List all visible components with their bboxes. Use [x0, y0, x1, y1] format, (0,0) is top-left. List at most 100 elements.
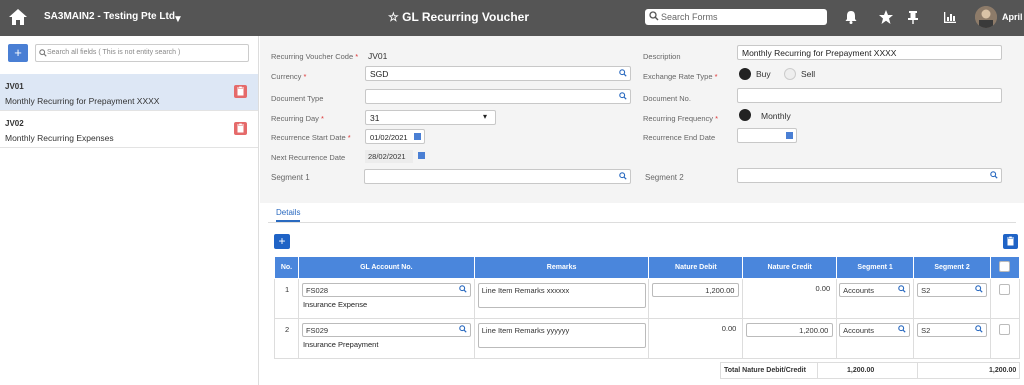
select-cell [989, 278, 1021, 319]
document-no-field[interactable] [737, 88, 1002, 103]
recurring-day-label: Recurring Day * [271, 114, 324, 123]
add-voucher-button[interactable]: + [8, 44, 28, 62]
debit-cell: 0.00 [648, 318, 744, 359]
table-row: 1 FS028 Insurance Expense Line Item Rema… [274, 278, 1021, 319]
search-icon[interactable] [975, 285, 983, 295]
next-recurrence-date: 28/02/2021 [365, 150, 425, 163]
search-icon[interactable] [459, 325, 467, 335]
trash-icon[interactable] [234, 85, 247, 98]
search-icon [649, 11, 659, 23]
column-header: GL Account No. [297, 256, 475, 279]
column-header: Segment 1 [836, 256, 915, 279]
search-icon[interactable] [975, 325, 983, 335]
select-all-checkbox[interactable] [999, 261, 1011, 272]
recurrence-end-date-field[interactable] [737, 128, 797, 143]
search-icon [39, 49, 47, 59]
select-cell [989, 318, 1021, 359]
search-icon[interactable] [619, 69, 627, 79]
gl-account-field[interactable]: FS028 [301, 283, 471, 297]
avatar[interactable] [975, 6, 997, 28]
segment2-cell: S2 [913, 278, 991, 319]
credit-field[interactable]: 1,200.00 [746, 323, 834, 337]
bell-icon[interactable] [843, 9, 859, 25]
segment1-field[interactable] [364, 169, 631, 184]
column-header: Remarks [473, 256, 650, 279]
main-panel: Recurring Voucher Code * JV01 Currency *… [260, 36, 1024, 385]
row-checkbox[interactable] [998, 324, 1010, 335]
search-forms-input[interactable]: Search Forms [645, 9, 827, 25]
company-selector[interactable]: SA3MAIN2 - Testing Pte Ltd [44, 11, 175, 22]
recurrence-end-label: Recurrence End Date [643, 133, 716, 142]
column-header: Nature Debit [648, 256, 744, 279]
tab-details[interactable]: Details [276, 208, 301, 222]
segment1-row-field[interactable]: Accounts [839, 323, 911, 337]
buy-radio[interactable] [739, 68, 751, 80]
debit-value: 0.00 [721, 324, 737, 333]
recurring-day-select[interactable]: 31 ▾ [365, 110, 496, 125]
search-icon[interactable] [619, 92, 627, 102]
voucher-code: JV02 [5, 119, 24, 128]
search-icon[interactable] [619, 172, 627, 182]
remarks-field[interactable]: Line Item Remarks xxxxxx [477, 283, 646, 308]
list-item[interactable]: JV01 Monthly Recurring for Prepayment XX… [0, 74, 258, 111]
column-header: No. [274, 256, 299, 279]
exchange-rate-type-label: Exchange Rate Type * [643, 72, 718, 81]
currency-field[interactable]: SGD [365, 66, 631, 81]
segment1-row-field[interactable]: Accounts [839, 283, 911, 297]
trash-icon[interactable] [234, 122, 247, 135]
debit-field[interactable]: 1,200.00 [652, 283, 740, 297]
gl-account-field[interactable]: FS029 [301, 323, 471, 337]
sell-radio[interactable] [784, 68, 796, 80]
top-bar: SA3MAIN2 - Testing Pte Ltd ▼ ☆ GL Recurr… [0, 0, 1024, 36]
column-header: Segment 2 [913, 256, 991, 279]
segment2-cell: S2 [913, 318, 991, 359]
voucher-description: Monthly Recurring for Prepayment XXXX [5, 96, 160, 106]
search-icon[interactable] [898, 325, 906, 335]
recurring-voucher-code-label: Recurring Voucher Code * [271, 52, 359, 61]
remarks-field[interactable]: Line Item Remarks yyyyyy [477, 323, 646, 348]
search-icon[interactable] [459, 285, 467, 295]
document-type-label: Document Type [271, 94, 324, 103]
recurrence-start-date-field[interactable]: 01/02/2021 [365, 129, 425, 144]
pin-icon[interactable] [905, 9, 921, 25]
select-all-header [989, 256, 1021, 279]
remarks-cell: Line Item Remarks yyyyyy [473, 318, 650, 359]
list-item[interactable]: JV02 Monthly Recurring Expenses [0, 111, 258, 148]
buy-label: Buy [756, 69, 771, 79]
star-outline-icon[interactable]: ☆ [388, 10, 399, 24]
voucher-code: JV01 [5, 82, 24, 91]
details-table: No. GL Account No. Remarks Nature Debit … [274, 256, 1021, 359]
delete-lines-button[interactable] [1003, 234, 1018, 249]
gl-account-cell: FS029 Insurance Prepayment [297, 318, 475, 359]
star-icon[interactable] [878, 9, 894, 25]
description-field[interactable]: Monthly Recurring for Prepayment XXXX [737, 45, 1002, 60]
calendar-icon[interactable] [414, 133, 421, 140]
document-type-field[interactable] [365, 89, 631, 104]
segment1-cell: Accounts [836, 278, 915, 319]
credit-cell: 1,200.00 [742, 318, 838, 359]
sidebar-search-input[interactable]: Search all fields ( This is not entity s… [35, 44, 249, 62]
sell-label: Sell [801, 69, 816, 79]
tab-bar: Details [268, 208, 1016, 223]
add-line-button[interactable]: + [274, 234, 290, 249]
chevron-down-icon[interactable]: ▼ [173, 14, 183, 25]
recurring-frequency-label: Recurring Frequency * [643, 114, 719, 123]
segment2-row-field[interactable]: S2 [917, 283, 988, 297]
gl-account-cell: FS028 Insurance Expense [297, 278, 475, 319]
calendar-icon[interactable] [786, 132, 793, 139]
search-icon[interactable] [898, 285, 906, 295]
monthly-radio[interactable] [739, 109, 751, 121]
sidebar: + Search all fields ( This is not entity… [0, 36, 259, 385]
row-checkbox[interactable] [998, 284, 1010, 295]
search-icon[interactable] [990, 171, 998, 181]
description-label: Description [643, 52, 681, 61]
debit-cell: 1,200.00 [648, 278, 744, 319]
divider [817, 363, 818, 378]
report-chart-icon[interactable] [942, 9, 958, 25]
remarks-cell: Line Item Remarks xxxxxx [473, 278, 650, 319]
segment2-row-field[interactable]: S2 [917, 323, 988, 337]
home-icon[interactable] [8, 8, 28, 26]
user-name[interactable]: April [1002, 12, 1023, 22]
segment2-field[interactable] [737, 168, 1002, 183]
table-row: 2 FS029 Insurance Prepayment Line Item R… [274, 318, 1021, 359]
